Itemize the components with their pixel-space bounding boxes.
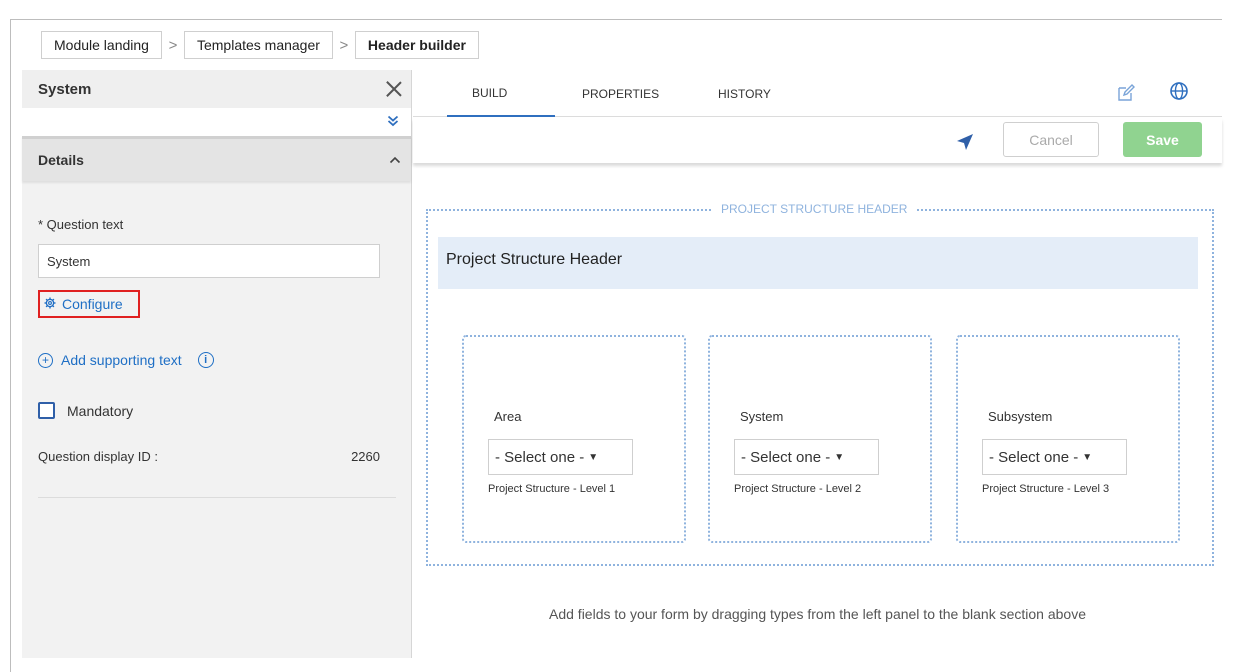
field-sublabel: Project Structure - Level 3	[982, 483, 1110, 495]
field-sublabel: Project Structure - Level 1	[488, 483, 616, 495]
question-text-label: * Question text	[38, 217, 124, 232]
properties-panel: System Details * Question text System Co…	[22, 70, 412, 658]
configure-link[interactable]: Configure	[38, 290, 140, 318]
mandatory-option[interactable]: Mandatory	[38, 402, 395, 419]
section-title: Project Structure Header	[446, 251, 623, 268]
field-label: Area	[494, 409, 522, 424]
builder-tabs: BUILD PROPERTIES HISTORY	[413, 70, 1222, 117]
question-display-id-row: Question display ID : 2260	[38, 449, 380, 464]
edit-icon[interactable]	[1116, 83, 1138, 103]
area-select[interactable]: - Select one - ▼	[488, 439, 633, 475]
details-section-header[interactable]: Details	[22, 136, 411, 181]
breadcrumb-header-builder: Header builder	[354, 31, 479, 59]
navigate-arrow-icon[interactable]	[956, 133, 974, 151]
chevron-up-icon[interactable]	[389, 153, 401, 167]
field-sublabel: Project Structure - Level 2	[734, 483, 862, 495]
subsystem-select[interactable]: - Select one - ▼	[982, 439, 1127, 475]
tab-build[interactable]: BUILD	[447, 70, 555, 117]
panel-collapse-row	[22, 108, 411, 136]
breadcrumb: Module landing > Templates manager > Hea…	[41, 31, 479, 59]
field-card-area[interactable]: Area - Select one - ▼ Project Structure …	[462, 335, 686, 543]
question-display-id-value: 2260	[351, 449, 380, 464]
breadcrumb-module-landing[interactable]: Module landing	[41, 31, 162, 59]
globe-icon[interactable]	[1169, 81, 1189, 101]
caret-down-icon: ▼	[588, 451, 599, 463]
plus-circle-icon: +	[38, 352, 53, 368]
question-text-input[interactable]	[38, 244, 380, 278]
action-bar: Cancel Save	[413, 118, 1222, 163]
details-body: * Question text Configure	[22, 217, 411, 498]
breadcrumb-templates-manager[interactable]: Templates manager	[183, 31, 333, 59]
configure-label: Configure	[62, 296, 123, 312]
double-chevron-down-icon[interactable]	[387, 115, 399, 129]
mandatory-label: Mandatory	[67, 402, 134, 419]
system-select[interactable]: - Select one - ▼	[734, 439, 879, 475]
frame-left-border	[10, 19, 11, 672]
add-supporting-text-label: Add supporting text	[61, 352, 182, 368]
add-supporting-text-link[interactable]: + Add supporting text i	[38, 352, 395, 368]
field-label: Subsystem	[988, 409, 1053, 424]
section-caption: PROJECT STRUCTURE HEADER	[713, 202, 916, 216]
divider	[38, 497, 396, 498]
select-value: - Select one -	[741, 448, 831, 466]
breadcrumb-separator: >	[168, 36, 178, 54]
details-label: Details	[38, 152, 84, 168]
gear-icon	[44, 297, 56, 312]
cancel-button[interactable]: Cancel	[1003, 122, 1099, 157]
select-value: - Select one -	[495, 448, 585, 466]
mandatory-checkbox[interactable]	[38, 402, 55, 419]
breadcrumb-separator: >	[339, 36, 349, 54]
panel-header: System	[22, 70, 411, 108]
project-structure-header-section[interactable]: PROJECT STRUCTURE HEADER Project Structu…	[426, 202, 1214, 566]
drag-hint-text: Add fields to your form by dragging type…	[549, 606, 1086, 622]
select-value: - Select one -	[989, 448, 1079, 466]
panel-title: System	[38, 80, 92, 98]
caret-down-icon: ▼	[834, 451, 845, 463]
close-icon[interactable]	[385, 80, 403, 98]
info-icon[interactable]: i	[197, 352, 214, 368]
save-button[interactable]: Save	[1123, 122, 1202, 157]
field-card-subsystem[interactable]: Subsystem - Select one - ▼ Project Struc…	[956, 335, 1180, 543]
frame-top-border	[10, 19, 1222, 20]
field-label: System	[740, 409, 784, 424]
tab-properties[interactable]: PROPERTIES	[582, 70, 659, 117]
question-display-id-label: Question display ID :	[38, 449, 158, 464]
app-frame: Module landing > Templates manager > Hea…	[0, 0, 1238, 672]
caret-down-icon: ▼	[1082, 451, 1093, 463]
field-card-system[interactable]: System - Select one - ▼ Project Structur…	[708, 335, 932, 543]
tab-history[interactable]: HISTORY	[718, 70, 771, 117]
